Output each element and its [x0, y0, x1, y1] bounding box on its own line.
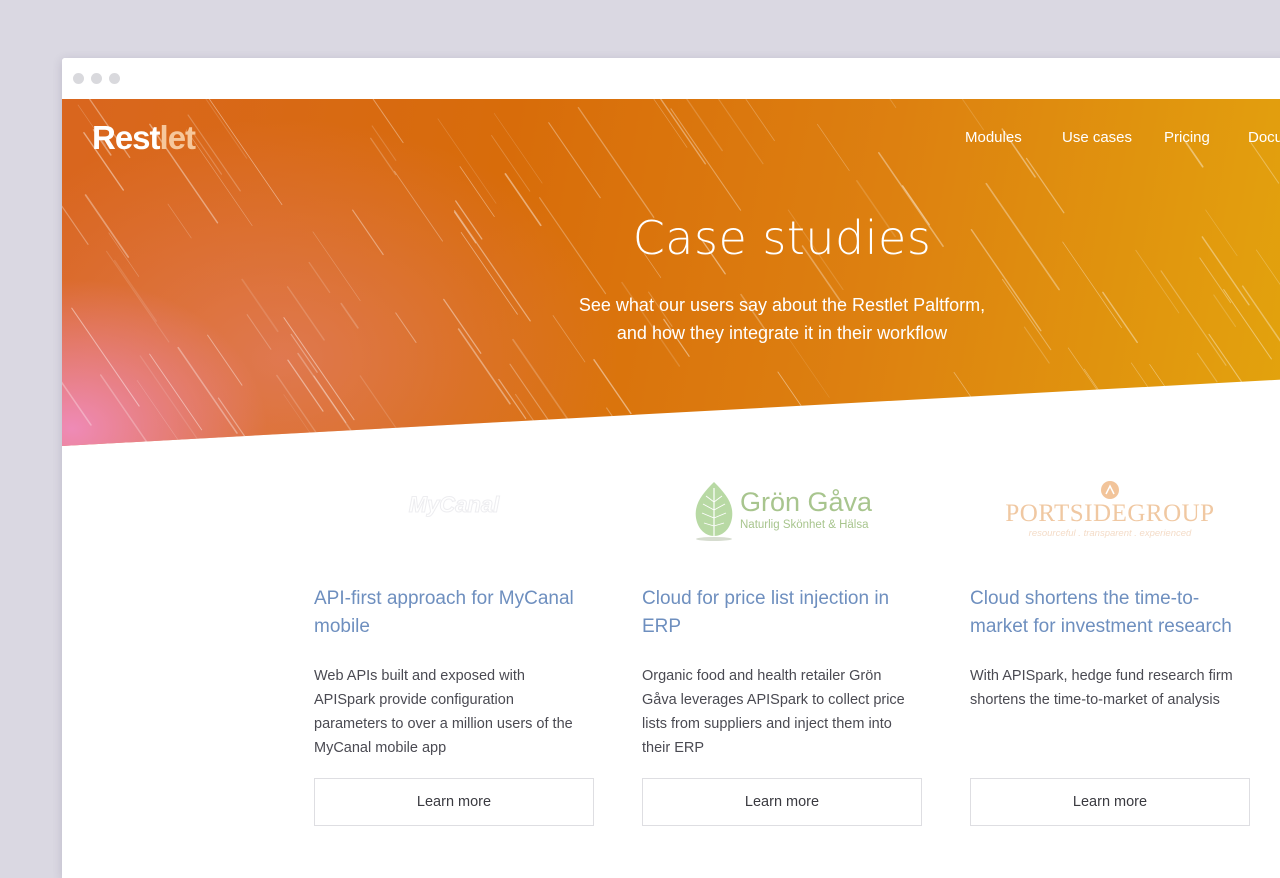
hero-subtitle: See what our users say about the Restlet…	[542, 291, 1022, 347]
restlet-logo[interactable]: Restlet	[92, 119, 197, 157]
case-description: With APISpark, hedge fund research firm …	[970, 668, 1233, 708]
logo-part-let: let	[159, 119, 197, 156]
hero-subtitle-line1: See what our users say about the Restlet…	[578, 295, 986, 315]
portside-group-logo-image: PORTSIDEGROUP resourceful . transparent …	[1005, 481, 1214, 539]
nav-modules[interactable]: Modules	[965, 129, 1022, 146]
case-title[interactable]: API-first approach for MyCanal mobile	[314, 585, 594, 641]
window-minimize-dot[interactable]	[91, 73, 102, 84]
page-title: Case studies	[632, 211, 932, 265]
nav-use-cases[interactable]: Use cases	[1062, 129, 1132, 146]
learn-more-button[interactable]: Learn more	[642, 778, 922, 826]
learn-more-button[interactable]: Learn more	[970, 778, 1250, 826]
mycanal-logo-text: MyCanal	[409, 492, 500, 517]
mycanal-logo: MyCanal	[314, 478, 594, 558]
case-description: Web APIs built and exposed with APISpark…	[314, 668, 573, 756]
browser-titlebar	[62, 58, 1280, 99]
browser-window: Restlet Modules Use cases Pricing Docu C…	[62, 58, 1280, 878]
gron-gava-logo-image: Grön Gåva Naturlig Skönhet & Hälsa	[695, 482, 873, 541]
window-maximize-dot[interactable]	[109, 73, 120, 84]
portside-tagline: resourceful . transparent . experienced	[1029, 528, 1192, 539]
gron-gava-tagline: Naturlig Skönhet & Hälsa	[740, 519, 869, 531]
nav-pricing[interactable]: Pricing	[1164, 129, 1210, 146]
portside-emblem-icon	[1101, 481, 1119, 499]
portside-group-logo: PORTSIDEGROUP resourceful . transparent …	[970, 478, 1250, 558]
hero-banner: Restlet Modules Use cases Pricing Docu C…	[62, 99, 1280, 446]
leaf-icon	[695, 482, 733, 541]
hero-streaks-decoration	[62, 99, 1280, 446]
nav-documentation[interactable]: Docu	[1248, 129, 1280, 146]
gron-gava-logo: Grön Gåva Naturlig Skönhet & Hälsa	[642, 478, 922, 558]
case-title[interactable]: Cloud for price list injection in ERP	[642, 585, 922, 641]
hero-subtitle-line2: and how they integrate it in their workf…	[616, 323, 948, 343]
logo-part-rest: Rest	[92, 119, 161, 156]
case-description: Organic food and health retailer Grön Gå…	[642, 668, 905, 756]
case-title[interactable]: Cloud shortens the time-to-market for in…	[970, 585, 1250, 641]
mycanal-logo-image: MyCanal	[408, 492, 500, 518]
portside-name: PORTSIDEGROUP	[1005, 500, 1214, 527]
learn-more-button[interactable]: Learn more	[314, 778, 594, 826]
gron-gava-name: Grön Gåva	[740, 487, 873, 517]
window-close-dot[interactable]	[73, 73, 84, 84]
